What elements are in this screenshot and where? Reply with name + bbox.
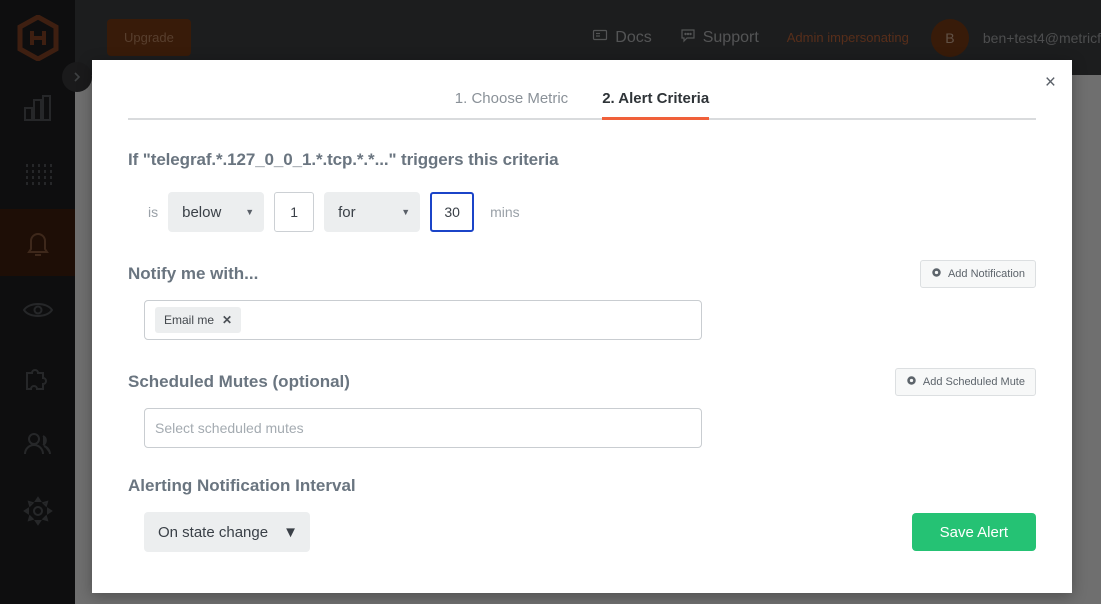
modal-tabs: 1. Choose Metric 2. Alert Criteria (128, 60, 1036, 120)
for-value: for (338, 203, 356, 221)
mutes-title: Scheduled Mutes (optional) (128, 372, 350, 391)
chevron-down-icon: ▼ (245, 207, 255, 217)
add-scheduled-mute-label: Add Scheduled Mute (922, 376, 1025, 388)
comparator-value: below (182, 203, 222, 221)
interval-section-header: Alerting Notification Interval (128, 476, 1036, 496)
save-alert-button[interactable]: Save Alert (911, 513, 1036, 551)
notify-section-header: Notify me with... Add Notification (128, 260, 1036, 288)
modal-body: If "telegraf.*.127_0_0_1.*.tcp.*.*..." t… (92, 150, 1072, 552)
notification-token[interactable]: Email me ✕ (155, 307, 242, 333)
interval-value: On state change (158, 523, 269, 541)
notification-token-label: Email me (164, 313, 215, 327)
criteria-row: is below ▼ for ▼ mins (128, 192, 1036, 232)
notification-token-field[interactable]: Email me ✕ (144, 300, 702, 340)
scheduled-mutes-field[interactable]: Select scheduled mutes (144, 408, 702, 448)
duration-input[interactable] (430, 192, 475, 232)
mutes-section-header: Scheduled Mutes (optional) Add Scheduled… (128, 368, 1036, 396)
close-icon[interactable]: × (1045, 73, 1056, 92)
is-label: is (148, 204, 159, 220)
tab-alert-criteria[interactable]: 2. Alert Criteria (602, 90, 710, 120)
notify-title: Notify me with... (128, 264, 259, 283)
mins-label: mins (490, 204, 520, 220)
threshold-input[interactable] (274, 192, 315, 232)
comparator-select[interactable]: below ▼ (168, 192, 265, 232)
scheduled-mutes-placeholder: Select scheduled mutes (155, 420, 304, 436)
interval-select[interactable]: On state change ▼ (144, 512, 310, 552)
close-icon[interactable]: ✕ (222, 313, 232, 327)
add-notification-button[interactable]: Add Notification (919, 260, 1036, 288)
chevron-down-icon: ▼ (283, 523, 298, 541)
gear-icon (931, 267, 942, 281)
app-root: Upgrade Docs Support (0, 0, 1101, 604)
tab-choose-metric[interactable]: 1. Choose Metric (455, 90, 568, 118)
gear-icon (906, 375, 917, 389)
add-scheduled-mute-button[interactable]: Add Scheduled Mute (894, 368, 1036, 396)
add-notification-label: Add Notification (947, 268, 1025, 280)
for-select[interactable]: for ▼ (324, 192, 421, 232)
criteria-title: If "telegraf.*.127_0_0_1.*.tcp.*.*..." t… (128, 150, 559, 169)
chevron-down-icon: ▼ (401, 207, 411, 217)
modal-footer-row: On state change ▼ Save Alert (128, 496, 1036, 552)
interval-title: Alerting Notification Interval (128, 476, 356, 495)
alert-criteria-modal: × 1. Choose Metric 2. Alert Criteria If … (92, 60, 1072, 593)
